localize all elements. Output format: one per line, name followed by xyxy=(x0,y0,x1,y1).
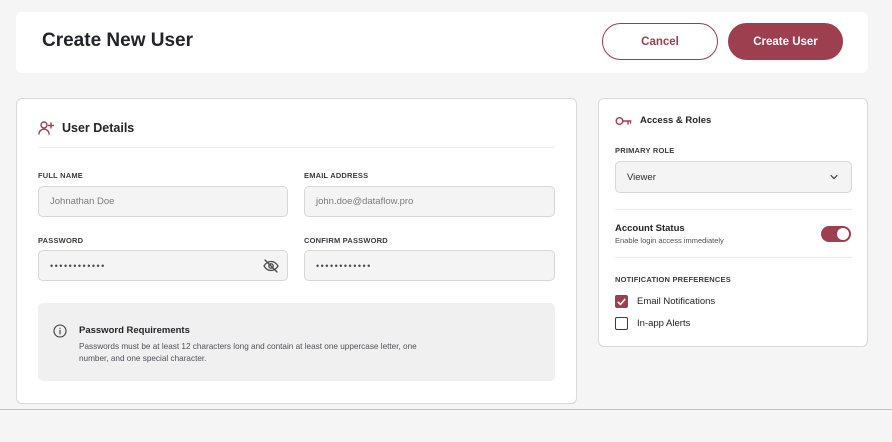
user-details-card: User Details FULL NAME Johnathan Doe EMA… xyxy=(16,98,577,404)
primary-role-value: Viewer xyxy=(627,171,656,183)
full-name-value: Johnathan Doe xyxy=(50,196,115,207)
page-header: Create New User Cancel Create User xyxy=(16,12,868,73)
in-app-alerts-label: In-app Alerts xyxy=(637,318,691,329)
password-requirements-box: Password Requirements Passwords must be … xyxy=(38,303,555,381)
footer-divider xyxy=(0,409,892,410)
confirm-password-value: •••••••••••• xyxy=(316,260,372,271)
create-user-button[interactable]: Create User xyxy=(728,23,843,60)
full-name-input[interactable]: Johnathan Doe xyxy=(38,186,288,217)
password-input[interactable]: •••••••••••• xyxy=(38,250,288,281)
chevron-down-icon xyxy=(830,174,838,180)
primary-role-select[interactable]: Viewer xyxy=(615,161,852,193)
user-plus-icon xyxy=(38,121,54,135)
password-label: PASSWORD xyxy=(38,236,84,245)
notification-preferences-label: NOTIFICATION PREFERENCES xyxy=(615,275,731,284)
email-notifications-option[interactable]: Email Notifications xyxy=(615,295,715,308)
primary-role-label: PRIMARY ROLE xyxy=(615,146,675,155)
section-divider xyxy=(38,147,555,148)
email-label: EMAIL ADDRESS xyxy=(304,171,369,180)
account-status-toggle[interactable] xyxy=(821,226,851,242)
toggle-knob xyxy=(837,228,849,240)
info-icon xyxy=(53,324,67,338)
full-name-label: FULL NAME xyxy=(38,171,83,180)
account-status-title: Account Status xyxy=(615,223,685,234)
email-input[interactable]: john.doe@dataflow.pro xyxy=(304,186,555,217)
user-details-header: User Details xyxy=(38,121,134,135)
requirements-text: Passwords must be at least 12 characters… xyxy=(79,342,417,363)
divider xyxy=(615,209,852,210)
page-title: Create New User xyxy=(42,30,194,51)
access-roles-header: Access & Roles xyxy=(615,115,711,126)
in-app-alerts-option[interactable]: In-app Alerts xyxy=(615,317,690,330)
password-value: •••••••••••• xyxy=(50,260,106,271)
email-value: john.doe@dataflow.pro xyxy=(316,196,414,207)
confirm-password-input[interactable]: •••••••••••• xyxy=(304,250,555,281)
eye-off-icon[interactable] xyxy=(263,259,279,273)
account-status-subtitle: Enable login access immediately xyxy=(615,236,724,245)
email-notifications-checkbox[interactable] xyxy=(615,295,628,308)
cancel-button[interactable]: Cancel xyxy=(602,23,718,60)
access-roles-title: Access & Roles xyxy=(640,115,712,126)
requirements-title: Password Requirements xyxy=(79,325,190,336)
confirm-password-label: CONFIRM PASSWORD xyxy=(304,236,388,245)
access-roles-card: Access & Roles PRIMARY ROLE Viewer Accou… xyxy=(598,98,868,347)
checkmark-icon xyxy=(617,298,626,305)
key-icon xyxy=(615,116,632,125)
in-app-alerts-checkbox[interactable] xyxy=(615,317,628,330)
user-details-title: User Details xyxy=(62,121,135,135)
divider xyxy=(615,257,852,258)
email-notifications-label: Email Notifications xyxy=(637,296,716,307)
